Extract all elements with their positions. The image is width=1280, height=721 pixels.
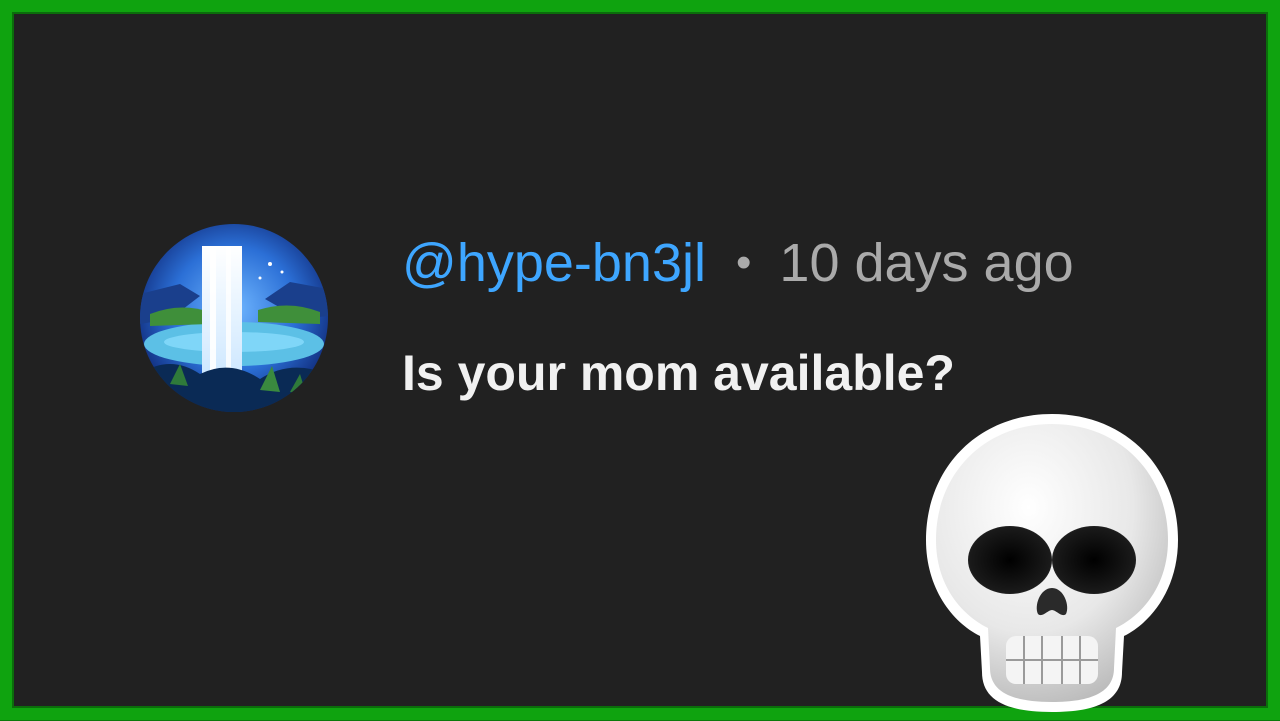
comment-meta: @hype-bn3jl • 10 days ago (402, 228, 1074, 298)
avatar[interactable] (140, 224, 328, 412)
meta-separator: • (736, 238, 752, 287)
comment-text: Is your mom available? (402, 345, 955, 401)
comment: @hype-bn3jl • 10 days ago Is your mom av… (140, 224, 1140, 424)
skull-emoji-icon (920, 410, 1184, 716)
green-frame: @hype-bn3jl • 10 days ago Is your mom av… (0, 0, 1280, 720)
comment-timestamp[interactable]: 10 days ago (779, 232, 1073, 294)
author-handle-link[interactable]: @hype-bn3jl (402, 232, 706, 294)
waterfall-avatar-icon (140, 224, 328, 412)
